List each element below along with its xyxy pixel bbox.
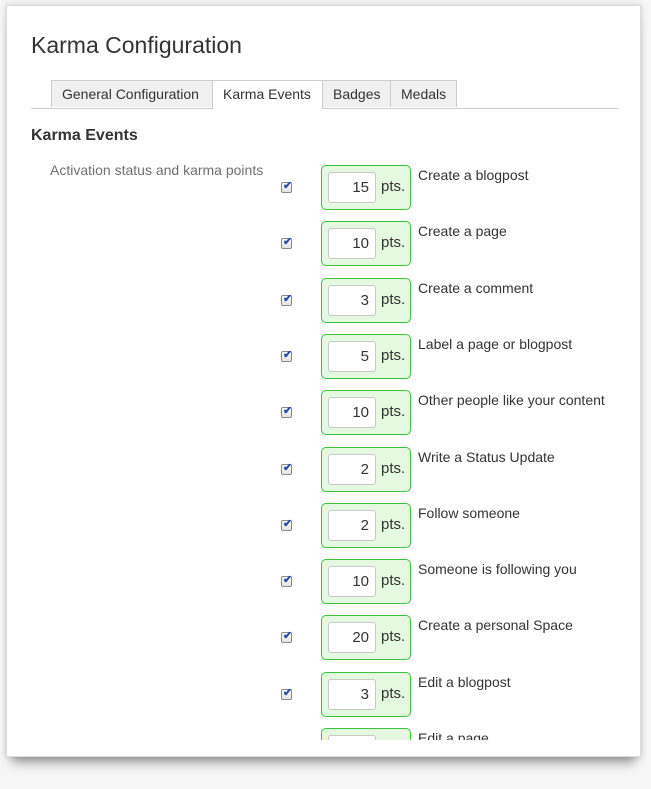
checkmark-icon: ✔ bbox=[283, 630, 293, 642]
points-input[interactable] bbox=[328, 341, 376, 372]
event-label: Edit a blogpost bbox=[418, 674, 511, 690]
points-input[interactable] bbox=[328, 172, 376, 203]
points-input[interactable] bbox=[328, 622, 376, 653]
checkmark-icon: ✔ bbox=[283, 574, 293, 586]
points-input[interactable] bbox=[328, 397, 376, 428]
points-box: pts. bbox=[321, 503, 411, 548]
event-enabled-checkbox[interactable]: ✔ bbox=[281, 236, 293, 249]
checkmark-icon: ✔ bbox=[283, 405, 293, 417]
karma-event-row: ✔ pts. Follow someone bbox=[7, 503, 640, 559]
points-unit-label: pts. bbox=[381, 572, 406, 589]
event-label: Follow someone bbox=[418, 505, 520, 521]
points-unit-label: pts. bbox=[381, 234, 406, 251]
karma-event-row: ✔ pts. Label a page or blogpost bbox=[7, 334, 640, 390]
checkmark-icon: ✔ bbox=[283, 349, 293, 361]
karma-event-row: ✔pts.Edit a page bbox=[7, 728, 640, 740]
points-box: pts. bbox=[321, 615, 411, 660]
tab-bar: General Configuration Karma Events Badge… bbox=[31, 80, 618, 109]
event-enabled-checkbox[interactable]: ✔ bbox=[281, 462, 293, 475]
event-label: Create a personal Space bbox=[418, 617, 573, 633]
tab-medals[interactable]: Medals bbox=[390, 80, 457, 107]
section-title: Karma Events bbox=[31, 127, 138, 144]
karma-event-row: ✔ pts. Create a blogpost bbox=[7, 165, 640, 221]
points-box: pts. bbox=[321, 728, 411, 740]
event-label: Label a page or blogpost bbox=[418, 336, 573, 352]
points-input[interactable] bbox=[328, 285, 376, 316]
tab-badges[interactable]: Badges bbox=[322, 80, 391, 107]
tab-karma-events[interactable]: Karma Events bbox=[212, 80, 323, 109]
event-enabled-checkbox[interactable]: ✔ bbox=[281, 180, 293, 193]
karma-event-row: ✔ pts. Other people like your content bbox=[7, 390, 640, 446]
points-input[interactable] bbox=[328, 735, 376, 740]
points-unit-label: pts. bbox=[381, 628, 406, 645]
checkmark-icon: ✔ bbox=[283, 462, 293, 474]
event-label: Write a Status Update bbox=[418, 449, 555, 465]
karma-event-row: ✔ pts. Someone is following you bbox=[7, 559, 640, 615]
karma-event-row: ✔ pts. Create a page bbox=[7, 221, 640, 277]
tab-general-configuration[interactable]: General Configuration bbox=[51, 80, 213, 107]
points-box: pts. bbox=[321, 221, 411, 266]
points-unit-label: pts. bbox=[381, 516, 406, 533]
checkmark-icon: ✔ bbox=[283, 180, 293, 192]
event-enabled-checkbox[interactable]: ✔ bbox=[281, 293, 293, 306]
event-enabled-checkbox[interactable]: ✔ bbox=[281, 518, 293, 531]
points-unit-label: pts. bbox=[381, 685, 406, 702]
points-input[interactable] bbox=[328, 566, 376, 597]
checkmark-icon: ✔ bbox=[283, 687, 293, 699]
points-box: pts. bbox=[321, 334, 411, 379]
points-unit-label: pts. bbox=[381, 178, 406, 195]
karma-event-row: ✔ pts. Write a Status Update bbox=[7, 447, 640, 503]
points-box: pts. bbox=[321, 165, 411, 210]
event-label: Other people like your content bbox=[418, 392, 605, 408]
page-title: Karma Configuration bbox=[31, 32, 242, 58]
karma-event-row: ✔ pts. Create a comment bbox=[7, 278, 640, 334]
karma-events-list: ✔ pts. Create a blogpost ✔ pts. Create a page… bbox=[7, 165, 640, 740]
checkmark-icon: ✔ bbox=[283, 518, 293, 530]
points-input[interactable] bbox=[328, 454, 376, 485]
event-label: Create a comment bbox=[418, 280, 534, 296]
points-unit-label: pts. bbox=[381, 291, 406, 308]
event-label: Edit a page bbox=[418, 730, 489, 740]
checkmark-icon: ✔ bbox=[283, 293, 293, 305]
event-label: Create a page bbox=[418, 223, 507, 239]
event-enabled-checkbox[interactable]: ✔ bbox=[281, 687, 293, 700]
event-label: Someone is following you bbox=[418, 561, 577, 577]
event-enabled-checkbox[interactable]: ✔ bbox=[281, 349, 293, 362]
event-label: Create a blogpost bbox=[418, 167, 529, 183]
points-input[interactable] bbox=[328, 228, 376, 259]
karma-event-row: ✔ pts. Create a personal Space bbox=[7, 615, 640, 671]
points-box: pts. bbox=[321, 447, 411, 492]
points-box: pts. bbox=[321, 278, 411, 323]
points-box: pts. bbox=[321, 672, 411, 717]
event-enabled-checkbox[interactable]: ✔ bbox=[281, 574, 293, 587]
event-enabled-checkbox[interactable]: ✔ bbox=[281, 405, 293, 418]
points-unit-label: pts. bbox=[381, 460, 406, 477]
points-box: pts. bbox=[321, 390, 411, 435]
karma-event-row: ✔ pts. Edit a blogpost bbox=[7, 672, 640, 728]
event-enabled-checkbox[interactable]: ✔ bbox=[281, 630, 293, 643]
points-input[interactable] bbox=[328, 679, 376, 710]
checkmark-icon: ✔ bbox=[283, 236, 293, 248]
points-unit-label: pts. bbox=[381, 347, 406, 364]
points-input[interactable] bbox=[328, 510, 376, 541]
screenshot-frame: Karma Configuration General Configuratio… bbox=[6, 5, 641, 757]
points-box: pts. bbox=[321, 559, 411, 604]
points-unit-label: pts. bbox=[381, 403, 406, 420]
